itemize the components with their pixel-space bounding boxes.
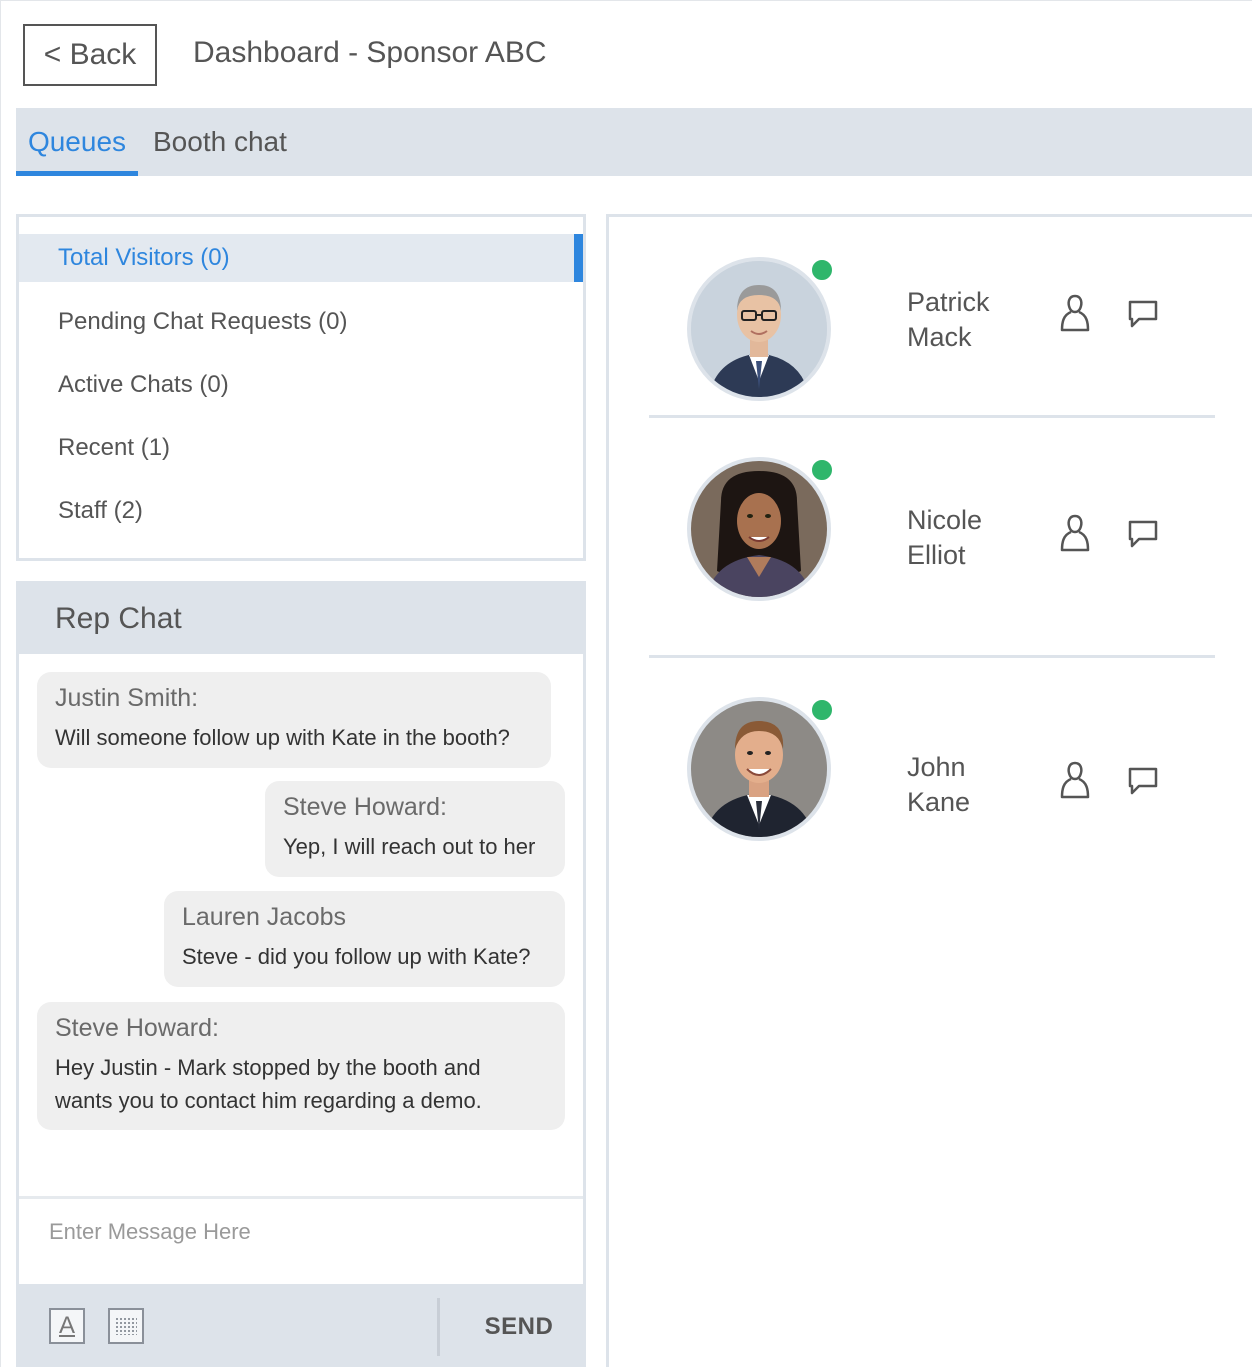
queue-item-recent[interactable]: Recent (1) xyxy=(19,424,583,472)
chat-message-sender: Lauren Jacobs xyxy=(182,903,347,931)
staff-panel: Patrick Mack Nicole Elliot John Kane xyxy=(606,214,1252,1367)
emoji-grid-icon[interactable] xyxy=(108,1308,144,1344)
person-photo-icon xyxy=(691,701,827,837)
rep-chat-panel: Rep Chat Justin Smith: Will someone foll… xyxy=(16,581,586,1367)
chat-message: Steve Howard: Yep, I will reach out to h… xyxy=(265,781,565,877)
queue-item-total-visitors[interactable]: Total Visitors (0) xyxy=(19,234,583,282)
staff-name: Patrick Mack xyxy=(907,287,990,352)
toolbar-divider xyxy=(437,1298,440,1356)
send-button[interactable]: SEND xyxy=(459,1284,579,1367)
message-compose xyxy=(19,1196,583,1284)
queue-panel: Total Visitors (0) Pending Chat Requests… xyxy=(16,214,586,561)
chat-toolbar: A SEND xyxy=(19,1284,583,1367)
chat-message: Steve Howard: Hey Justin - Mark stopped … xyxy=(37,1002,565,1130)
profile-icon[interactable] xyxy=(1059,293,1091,333)
tab-booth-chat[interactable]: Booth chat xyxy=(153,108,287,176)
page-title: Dashboard - Sponsor ABC xyxy=(193,36,547,69)
tab-bar: Queues Booth chat xyxy=(16,108,1252,176)
profile-icon[interactable] xyxy=(1059,513,1091,553)
avatar xyxy=(687,257,835,401)
chat-message-text: Hey Justin - Mark stopped by the booth a… xyxy=(55,1055,482,1113)
staff-separator xyxy=(649,655,1215,658)
back-button[interactable]: < Back xyxy=(23,24,157,86)
chat-message-sender: Steve Howard: xyxy=(283,793,447,821)
rep-chat-title: Rep Chat xyxy=(19,584,583,654)
online-status-indicator xyxy=(809,457,835,483)
chat-message-text: Will someone follow up with Kate in the … xyxy=(55,725,510,750)
font-format-icon[interactable]: A xyxy=(49,1308,85,1344)
chat-bubble-icon[interactable] xyxy=(1127,766,1159,796)
chat-message: Justin Smith: Will someone follow up wit… xyxy=(37,672,551,768)
chat-message-sender: Steve Howard: xyxy=(55,1014,219,1042)
tab-queues[interactable]: Queues xyxy=(16,108,138,176)
chat-message: Lauren Jacobs Steve - did you follow up … xyxy=(164,891,565,987)
avatar xyxy=(687,697,835,841)
queue-item-staff[interactable]: Staff (2) xyxy=(19,487,583,535)
online-status-indicator xyxy=(809,257,835,283)
profile-icon[interactable] xyxy=(1059,760,1091,800)
chat-bubble-icon[interactable] xyxy=(1127,299,1159,329)
person-photo-icon xyxy=(691,461,827,597)
staff-separator xyxy=(649,415,1215,418)
chat-message-text: Yep, I will reach out to her xyxy=(283,834,536,859)
online-status-indicator xyxy=(809,697,835,723)
queue-item-pending-chat-requests[interactable]: Pending Chat Requests (0) xyxy=(19,298,583,346)
message-input[interactable] xyxy=(49,1219,569,1245)
queue-item-active-chats[interactable]: Active Chats (0) xyxy=(19,361,583,409)
person-photo-icon xyxy=(691,261,827,397)
chat-message-text: Steve - did you follow up with Kate? xyxy=(182,944,531,969)
chat-bubble-icon[interactable] xyxy=(1127,519,1159,549)
staff-name: John Kane xyxy=(907,752,971,817)
staff-name: Nicole Elliot xyxy=(907,505,983,570)
avatar xyxy=(687,457,835,601)
chat-message-sender: Justin Smith: xyxy=(55,684,199,712)
